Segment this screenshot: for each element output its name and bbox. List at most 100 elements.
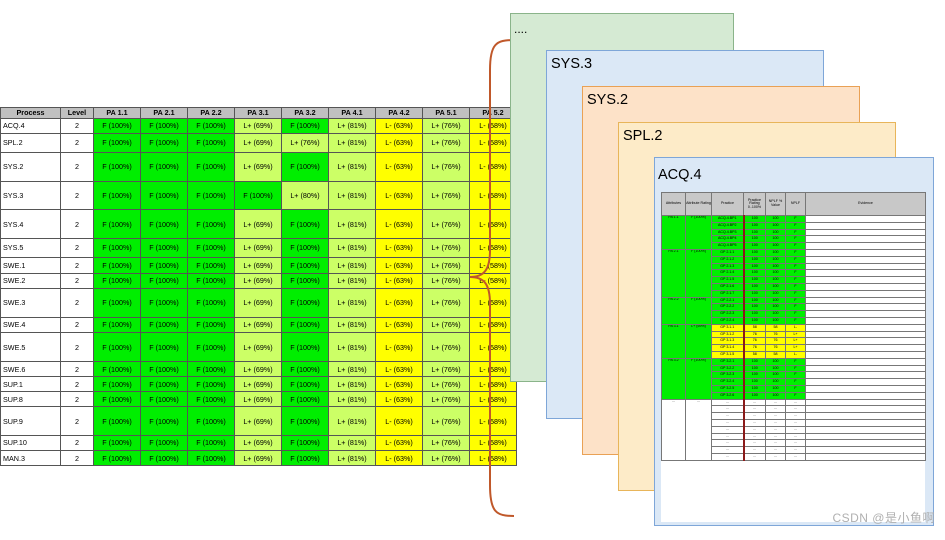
practice-rating-cell: 100 xyxy=(743,378,766,386)
rating-cell: F (100%) xyxy=(281,376,329,393)
rating-cell: L+ (81%) xyxy=(328,180,376,211)
rating-cell: L+ (80%) xyxy=(281,180,329,211)
detail-row: .................. xyxy=(661,398,926,461)
rating-cell: L- (63%) xyxy=(375,376,423,393)
rating-cell: F (100%) xyxy=(140,391,188,408)
rating-cell: F (100%) xyxy=(140,316,188,334)
watermark: CSDN @是小鱼啊 xyxy=(832,511,935,525)
practice-cell: ... xyxy=(711,405,745,414)
detail-column-header: Evidence xyxy=(805,192,926,216)
table-row: SYS.4 2 F (100%) F (100%) F (100%) L+ (69%) F … xyxy=(0,209,517,240)
rating-cell: F (100%) xyxy=(281,209,329,240)
rating-cell: F (100%) xyxy=(281,238,329,258)
rating-cell: F (100%) xyxy=(93,238,141,258)
evidence-cell xyxy=(805,248,926,257)
column-header: PA 5.1 xyxy=(422,107,470,119)
nplf-value-cell: 100 xyxy=(765,391,786,400)
practice-rating-cell: 76 xyxy=(743,330,766,339)
column-header: PA 4.1 xyxy=(328,107,376,119)
nplf-cell: ... xyxy=(785,432,806,441)
level-cell: 2 xyxy=(60,180,94,211)
rating-cell: L- (63%) xyxy=(375,406,423,437)
rating-cell: L+ (69%) xyxy=(234,376,282,393)
practice-cell: ... xyxy=(711,452,745,461)
practice-cell: GP 2.1.1 xyxy=(711,248,745,257)
rating-cell: F (100%) xyxy=(187,435,235,452)
nplf-value-cell: ... xyxy=(765,412,786,420)
rating-cell: L+ (81%) xyxy=(328,450,376,467)
rating-cell: L+ (76%) xyxy=(422,435,470,452)
practice-cell: GP 2.2.3 xyxy=(711,310,745,318)
rating-cell: F (100%) xyxy=(281,435,329,452)
detail-row: PA 1.1 F (100%) ACQ.4.BP1 100 100 F xyxy=(661,215,926,250)
practice-cell: GP 3.1.4 xyxy=(711,344,745,352)
evidence-cell xyxy=(805,269,926,278)
rating-cell: L+ (69%) xyxy=(234,272,282,289)
nplf-value-cell: 100 xyxy=(765,228,786,237)
rating-cell: L+ (76%) xyxy=(422,332,470,363)
nplf-cell: L+ xyxy=(785,337,806,346)
process-cell: SWE.5 xyxy=(0,332,61,363)
practice-cell: GP 3.2.6 xyxy=(711,391,745,400)
nplf-value-cell: 76 xyxy=(765,330,786,339)
rating-cell: L+ (69%) xyxy=(234,316,282,334)
practice-cell: ... xyxy=(711,398,745,407)
rating-cell: L+ (81%) xyxy=(328,435,376,452)
table-row: SUP.8 2 F (100%) F (100%) F (100%) L+ (69%) F … xyxy=(0,391,517,408)
nplf-value-cell: 100 xyxy=(765,215,786,223)
level-cell: 2 xyxy=(60,151,94,182)
practice-rating-cell: 100 xyxy=(743,228,766,237)
rating-cell: L+ (69%) xyxy=(234,133,282,153)
nplf-value-cell: ... xyxy=(765,452,786,461)
rating-cell: F (100%) xyxy=(187,361,235,378)
rating-cell: L+ (81%) xyxy=(328,272,376,289)
rating-cell: F (100%) xyxy=(187,376,235,393)
column-header: Level xyxy=(60,107,94,119)
rating-cell: L+ (69%) xyxy=(234,256,282,274)
table-row: SWE.3 2 F (100%) F (100%) F (100%) L+ (69%) F … xyxy=(0,287,517,318)
capability-ratings-table: Process Level PA 1.1 PA 2.1 PA 2.2 PA 3.1 PA 3… xyxy=(0,107,517,467)
rating-cell: L- (63%) xyxy=(375,151,423,182)
practice-cell: ACQ.4.BP2 xyxy=(711,221,745,230)
rating-cell: F (100%) xyxy=(93,376,141,393)
attribute-rating-cell: L+ (69%) xyxy=(685,323,712,359)
rating-cell: L+ (76%) xyxy=(422,391,470,408)
process-cell: SYS.5 xyxy=(0,238,61,258)
nplf-cell: F xyxy=(785,384,806,393)
practice-cell: GP 2.1.5 xyxy=(711,276,745,284)
rating-cell: L+ (76%) xyxy=(422,361,470,378)
practice-rating-cell: 100 xyxy=(743,221,766,230)
practice-rating-cell: ... xyxy=(743,418,766,427)
rating-cell: L- (63%) xyxy=(375,361,423,378)
nplf-value-cell: 100 xyxy=(765,357,786,366)
practice-rating-cell: 100 xyxy=(743,282,766,291)
rating-cell: F (100%) xyxy=(187,332,235,363)
nplf-cell: ... xyxy=(785,405,806,414)
level-cell: 2 xyxy=(60,406,94,437)
evidence-cell xyxy=(805,418,926,427)
rating-cell: L+ (76%) xyxy=(422,376,470,393)
detail-sheet: Attributes Attribute Rating Practice Practi… xyxy=(661,192,926,522)
practice-rating-cell: 100 xyxy=(743,289,766,298)
evidence-cell xyxy=(805,303,926,312)
rating-cell: L+ (69%) xyxy=(234,287,282,318)
nplf-value-cell: 100 xyxy=(765,289,786,298)
process-cell: SWE.1 xyxy=(0,256,61,274)
rating-cell: F (100%) xyxy=(187,287,235,318)
process-cell: SWE.6 xyxy=(0,361,61,378)
nplf-value-cell: 100 xyxy=(765,269,786,278)
practice-rating-cell: ... xyxy=(743,398,766,407)
practice-cell: ... xyxy=(711,432,745,441)
practice-rating-cell: 100 xyxy=(743,391,766,400)
nplf-cell: F xyxy=(785,378,806,386)
rating-cell: F (100%) xyxy=(93,332,141,363)
rating-cell: L+ (81%) xyxy=(328,287,376,318)
evidence-cell xyxy=(805,391,926,400)
rating-cell: F (100%) xyxy=(234,180,282,211)
rating-cell: L- (63%) xyxy=(375,332,423,363)
rating-cell: L- (63%) xyxy=(375,209,423,240)
nplf-cell: F xyxy=(785,221,806,230)
rating-cell: L- (63%) xyxy=(375,272,423,289)
nplf-cell: ... xyxy=(785,446,806,454)
level-cell: 2 xyxy=(60,435,94,452)
